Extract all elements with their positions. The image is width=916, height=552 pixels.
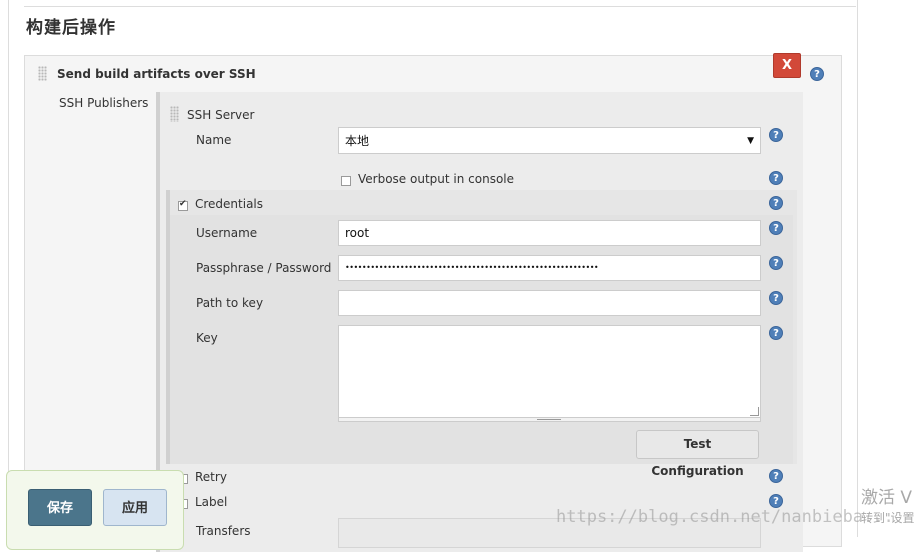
test-configuration-button[interactable]: Test Configuration (636, 430, 759, 478)
path-to-key-label: Path to key (196, 296, 264, 310)
label-option-label: Label (195, 495, 228, 509)
drag-handle-icon[interactable] (170, 106, 179, 122)
help-icon[interactable]: ? (769, 256, 783, 270)
save-button[interactable]: 保存 (28, 489, 92, 526)
section-title: 构建后操作 (26, 18, 116, 38)
chevron-down-icon: ▼ (747, 136, 754, 146)
help-icon[interactable]: ? (769, 291, 783, 305)
help-icon[interactable]: ? (769, 171, 783, 185)
apply-button[interactable]: 应用 (103, 489, 167, 526)
key-label: Key (196, 331, 218, 345)
textarea-expand-bar[interactable] (338, 417, 761, 422)
password-input[interactable]: ••••••••••••••••••••••••••••••••••••••••… (338, 255, 761, 281)
help-icon[interactable]: ? (769, 221, 783, 235)
build-step-title: Send build artifacts over SSH (57, 67, 256, 81)
grip-icon (537, 419, 561, 420)
credentials-checkbox[interactable] (178, 199, 188, 211)
help-icon[interactable]: ? (769, 196, 783, 210)
credentials-label: Credentials (195, 197, 264, 211)
password-label: Passphrase / Password (196, 261, 332, 275)
activate-windows-subtitle: 转到"设置 (861, 511, 915, 525)
username-label: Username (196, 226, 258, 240)
resize-handle-icon[interactable] (750, 407, 759, 416)
path-to-key-input[interactable] (338, 290, 761, 316)
help-icon[interactable]: ? (769, 128, 783, 142)
section-divider (24, 6, 856, 7)
ssh-server-label: SSH Server (187, 108, 255, 122)
delete-step-button[interactable]: X (773, 53, 801, 78)
help-icon[interactable]: ? (769, 469, 783, 483)
transfers-label: Transfers (196, 524, 251, 538)
watermark-url: https://blog.csdn.net/nanbieba... (556, 507, 894, 527)
help-icon[interactable]: ? (769, 326, 783, 340)
help-icon[interactable]: ? (810, 67, 824, 81)
verbose-checkbox[interactable] (341, 176, 351, 186)
key-textarea[interactable] (338, 325, 761, 418)
server-name-select[interactable]: 本地 ▼ (338, 127, 761, 154)
username-input[interactable]: root (338, 220, 761, 246)
help-icon[interactable]: ? (769, 494, 783, 508)
ssh-publishers-label: SSH Publishers (59, 96, 149, 110)
drag-handle-icon[interactable] (38, 66, 47, 81)
verbose-label: Verbose output in console (358, 172, 515, 186)
activate-windows-title: 激活 V (861, 488, 913, 508)
retry-label: Retry (195, 470, 227, 484)
name-label: Name (196, 133, 232, 147)
server-name-value: 本地 (345, 134, 370, 148)
